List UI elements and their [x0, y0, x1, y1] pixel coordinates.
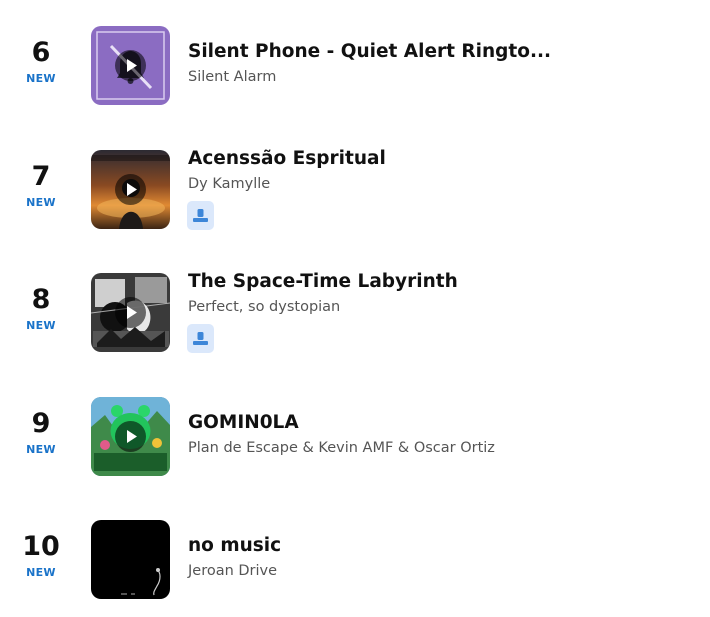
new-badge: NEW	[26, 566, 56, 579]
chart-row[interactable]: 9 NEW GOMIN0LA Plan de Escape & Kevin AM…	[0, 387, 710, 487]
chart-row[interactable]: 7 NEW Acenssão Espritual Dy Kamylle	[0, 140, 710, 240]
track-title[interactable]: no music	[188, 534, 688, 558]
track-artist[interactable]: Perfect, so dystopian	[188, 298, 688, 316]
play-icon	[127, 430, 137, 443]
user-profile-icon	[193, 332, 208, 345]
chart-row[interactable]: 6 NEW Silent Phone - Quiet Alert Ringto.…	[0, 16, 710, 116]
user-profile-button[interactable]	[187, 201, 214, 230]
play-button[interactable]	[115, 50, 146, 81]
track-artist[interactable]: Jeroan Drive	[188, 562, 688, 580]
chart-list: 6 NEW Silent Phone - Quiet Alert Ringto.…	[0, 0, 710, 617]
black-artwork	[91, 520, 170, 599]
new-badge: NEW	[26, 196, 56, 209]
new-badge: NEW	[26, 443, 56, 456]
rank-block: 6 NEW	[10, 37, 72, 86]
track-artist[interactable]: Silent Alarm	[188, 68, 688, 86]
chart-row[interactable]: 8 NEW The Space-Time Labyrinth Perfect, …	[0, 263, 710, 363]
track-artwork[interactable]	[91, 26, 170, 105]
track-artwork[interactable]	[91, 273, 170, 352]
track-info: GOMIN0LA Plan de Escape & Kevin AMF & Os…	[188, 411, 688, 457]
user-profile-icon	[193, 209, 208, 222]
new-badge: NEW	[26, 319, 56, 332]
play-button[interactable]	[115, 174, 146, 205]
track-artwork[interactable]	[91, 397, 170, 476]
track-artwork[interactable]	[91, 520, 170, 599]
track-info: Acenssão Espritual Dy Kamylle	[188, 147, 688, 193]
track-info: Silent Phone - Quiet Alert Ringto... Sil…	[188, 40, 688, 86]
rank-number: 6	[31, 37, 51, 68]
track-artist[interactable]: Dy Kamylle	[188, 175, 688, 193]
rank-block: 8 NEW	[10, 284, 72, 333]
track-title[interactable]: The Space-Time Labyrinth	[188, 270, 688, 294]
rank-block: 10 NEW	[10, 531, 72, 580]
track-artist[interactable]: Plan de Escape & Kevin AMF & Oscar Ortiz	[188, 439, 688, 457]
track-info: no music Jeroan Drive	[188, 534, 688, 580]
new-badge: NEW	[26, 72, 56, 85]
track-artwork[interactable]	[91, 150, 170, 229]
track-info: The Space-Time Labyrinth Perfect, so dys…	[188, 270, 688, 316]
rank-number: 9	[31, 408, 51, 439]
play-icon	[127, 59, 137, 72]
rank-number: 8	[31, 284, 51, 315]
rank-number: 10	[22, 531, 60, 562]
chart-row[interactable]: 10 NEW no music Jeroan Drive	[0, 510, 710, 610]
play-button[interactable]	[115, 297, 146, 328]
user-profile-button[interactable]	[187, 324, 214, 353]
rank-block: 9 NEW	[10, 408, 72, 457]
track-title[interactable]: Silent Phone - Quiet Alert Ringto...	[188, 40, 688, 64]
rank-number: 7	[31, 161, 51, 192]
play-icon	[127, 183, 137, 196]
track-title[interactable]: GOMIN0LA	[188, 411, 688, 435]
track-title[interactable]: Acenssão Espritual	[188, 147, 688, 171]
play-icon	[127, 306, 137, 319]
rank-block: 7 NEW	[10, 161, 72, 210]
play-button[interactable]	[115, 421, 146, 452]
